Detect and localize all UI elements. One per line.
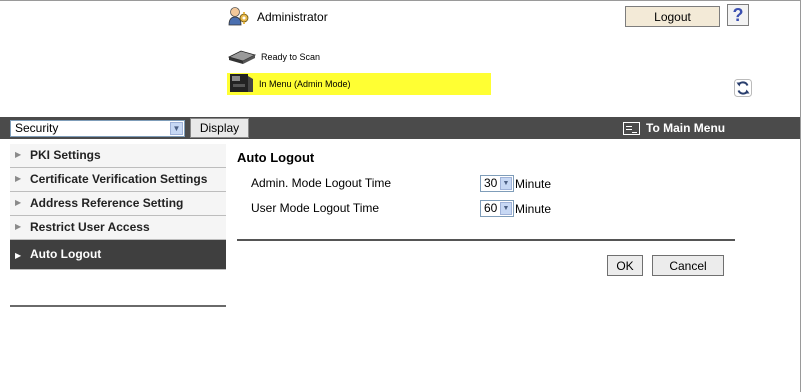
triangle-right-icon: ▶ xyxy=(15,251,22,260)
user-logout-time-label: User Mode Logout Time xyxy=(251,201,380,215)
ok-button[interactable]: OK xyxy=(607,255,643,276)
sidebar-item-auto-logout[interactable]: ▶ Auto Logout xyxy=(10,240,226,270)
content-divider xyxy=(237,239,735,241)
triangle-right-icon: ▶ xyxy=(15,222,22,231)
admin-logout-time-value: 30 xyxy=(484,176,498,190)
to-main-menu-link[interactable]: To Main Menu xyxy=(623,117,725,139)
sidebar-item-label: Restrict User Access xyxy=(30,220,150,234)
admin-logout-time-select[interactable]: 30 ▼ xyxy=(480,175,514,192)
cancel-button[interactable]: Cancel xyxy=(652,255,724,276)
to-main-menu-label: To Main Menu xyxy=(646,121,726,135)
main-menu-icon xyxy=(623,121,640,135)
sidebar-item-pki-settings[interactable]: ▶ PKI Settings xyxy=(10,144,226,168)
administrator-icon xyxy=(227,6,251,29)
display-button[interactable]: Display xyxy=(190,118,249,138)
mode-status-text: In Menu (Admin Mode) xyxy=(259,79,351,89)
admin-logout-time-unit: Minute xyxy=(515,177,552,191)
sidebar-divider xyxy=(10,305,226,307)
machine-icon xyxy=(227,72,255,96)
sidebar-item-certificate-verification[interactable]: ▶ Certificate Verification Settings xyxy=(10,168,226,192)
triangle-right-icon: ▶ xyxy=(15,150,22,159)
triangle-right-icon: ▶ xyxy=(15,174,22,183)
sidebar-item-label: Certificate Verification Settings xyxy=(30,172,208,186)
refresh-button[interactable] xyxy=(734,78,752,100)
user-logout-time-select[interactable]: 60 ▼ xyxy=(480,200,514,217)
user-logout-time-unit: Minute xyxy=(515,202,552,216)
scanner-icon xyxy=(227,48,257,66)
sidebar-item-label: Address Reference Setting xyxy=(30,196,184,210)
category-select[interactable]: Security ▼ xyxy=(10,120,185,137)
sidebar-item-address-reference[interactable]: ▶ Address Reference Setting xyxy=(10,192,226,216)
user-name-label: Administrator xyxy=(257,10,328,24)
chevron-down-icon: ▼ xyxy=(170,122,183,135)
page-title: Auto Logout xyxy=(237,150,315,165)
help-button[interactable]: ? xyxy=(727,4,749,26)
chevron-down-icon: ▼ xyxy=(500,202,512,215)
sidebar-item-label: Auto Logout xyxy=(30,247,102,261)
admin-logout-time-label: Admin. Mode Logout Time xyxy=(251,176,392,190)
user-info: Administrator xyxy=(227,6,328,28)
logout-button[interactable]: Logout xyxy=(625,6,720,27)
chevron-down-icon: ▼ xyxy=(500,177,512,190)
scan-status-text: Ready to Scan xyxy=(261,52,321,62)
header: Administrator Logout ? Ready to Scan In … xyxy=(0,0,800,113)
triangle-right-icon: ▶ xyxy=(15,198,22,207)
category-select-value: Security xyxy=(15,121,59,135)
refresh-icon xyxy=(734,78,752,100)
user-logout-time-value: 60 xyxy=(484,201,498,215)
sidebar-item-restrict-user-access[interactable]: ▶ Restrict User Access xyxy=(10,216,226,240)
help-icon: ? xyxy=(732,4,744,25)
sidebar: ▶ PKI Settings ▶ Certificate Verificatio… xyxy=(10,144,226,270)
mode-status: In Menu (Admin Mode) xyxy=(227,73,491,95)
sidebar-item-label: PKI Settings xyxy=(30,148,101,162)
scan-status: Ready to Scan xyxy=(227,48,320,66)
